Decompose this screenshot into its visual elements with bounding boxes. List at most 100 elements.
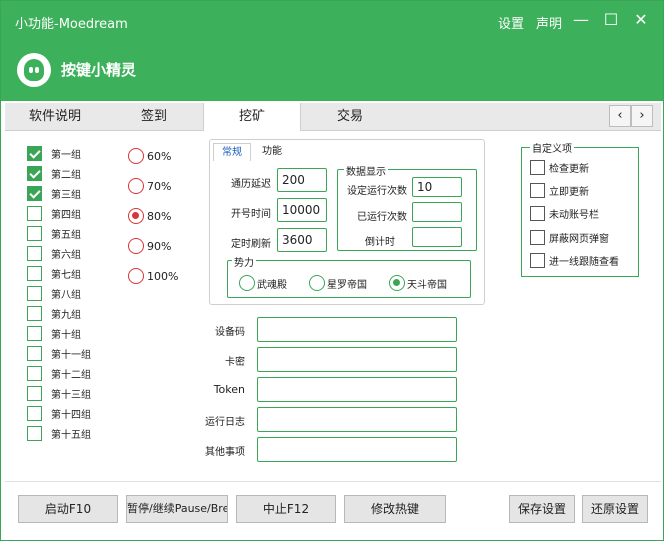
group-label: 第十二组 (51, 369, 91, 381)
option-block-popups[interactable]: 屏蔽网页弹窗 (530, 230, 609, 245)
checkbox-checked-icon[interactable] (27, 185, 42, 201)
main-tab-bar: 软件说明 签到 挖矿 交易 ‹ › (5, 103, 661, 131)
run-times-input[interactable]: 10 (412, 177, 462, 197)
custom-options-group: 自定义项 检查更新 立即更新 未动账号栏 屏蔽网页弹窗 进一线跟随查看 (521, 140, 639, 277)
percentage-option[interactable]: 80% (128, 208, 171, 224)
checkbox-icon[interactable] (27, 305, 42, 321)
pause-resume-button[interactable]: 暂停/继续Pause/Break (126, 495, 228, 523)
power-option-xingluo[interactable]: 星罗帝国 (309, 275, 367, 291)
group-item[interactable]: 第九组 (27, 305, 81, 321)
subtab-general[interactable]: 常规 (213, 143, 251, 161)
checkbox-icon[interactable] (530, 230, 545, 245)
checkbox-icon[interactable] (530, 206, 545, 221)
start-button[interactable]: 启动F10 (18, 495, 118, 523)
group-label: 第十组 (51, 329, 81, 341)
radio-selected-icon[interactable] (389, 275, 405, 291)
checkbox-icon[interactable] (27, 345, 42, 361)
group-item[interactable]: 第十四组 (27, 405, 91, 421)
tab-trading[interactable]: 交易 (301, 103, 399, 131)
option-check-update[interactable]: 检查更新 (530, 160, 589, 175)
delay-label: 通历延迟 (231, 179, 271, 190)
custom-options-legend: 自定义项 (530, 140, 574, 155)
checkbox-icon[interactable] (27, 245, 42, 261)
checkbox-icon[interactable] (530, 253, 545, 268)
token-label: Token (213, 383, 245, 396)
checkbox-icon[interactable] (27, 285, 42, 301)
close-icon[interactable]: ✕ (630, 9, 652, 31)
settings-link[interactable]: 设置 (498, 13, 524, 32)
tab-mining[interactable]: 挖矿 (203, 103, 301, 131)
stop-button[interactable]: 中止F12 (236, 495, 336, 523)
group-item[interactable]: 第四组 (27, 205, 81, 221)
checkbox-icon[interactable] (27, 205, 42, 221)
group-item[interactable]: 第七组 (27, 265, 81, 281)
radio-icon[interactable] (128, 238, 144, 254)
radio-selected-icon[interactable] (128, 208, 144, 224)
refresh-input[interactable]: 3600 (277, 228, 327, 252)
checkbox-icon[interactable] (27, 405, 42, 421)
group-label: 第一组 (51, 149, 81, 161)
run-log-input[interactable] (257, 407, 457, 432)
group-label: 第十一组 (51, 349, 91, 361)
group-item[interactable]: 第十一组 (27, 345, 91, 361)
option-follow-view[interactable]: 进一线跟随查看 (530, 253, 619, 268)
checkbox-checked-icon[interactable] (27, 165, 42, 181)
device-code-input[interactable] (257, 317, 457, 342)
option-idle-account[interactable]: 未动账号栏 (530, 206, 599, 221)
minimize-icon[interactable]: — (570, 9, 592, 31)
power-option-tiandou[interactable]: 天斗帝国 (389, 275, 447, 291)
checkbox-icon[interactable] (27, 385, 42, 401)
group-item[interactable]: 第六组 (27, 245, 81, 261)
maximize-icon[interactable]: ☐ (600, 9, 622, 31)
card-key-input[interactable] (257, 347, 457, 372)
checkbox-icon[interactable] (27, 325, 42, 341)
group-item[interactable]: 第三组 (27, 185, 81, 201)
checkbox-checked-icon[interactable] (27, 145, 42, 161)
group-item[interactable]: 第十五组 (27, 425, 91, 441)
group-item[interactable]: 第一组 (27, 145, 81, 161)
token-input[interactable] (257, 377, 457, 402)
percentage-label: 90% (147, 239, 172, 253)
group-item[interactable]: 第十三组 (27, 385, 91, 401)
countdown-input[interactable] (412, 227, 462, 247)
delay-input[interactable]: 200 (277, 168, 327, 192)
tab-software-guide[interactable]: 软件说明 (5, 103, 105, 131)
group-item[interactable]: 第十组 (27, 325, 81, 341)
tab-scroll-left-icon[interactable]: ‹ (609, 105, 631, 127)
checkbox-icon[interactable] (27, 365, 42, 381)
option-update-now[interactable]: 立即更新 (530, 183, 589, 198)
subtab-function[interactable]: 功能 (253, 143, 291, 161)
restore-settings-button[interactable]: 还原设置 (582, 495, 648, 523)
radio-icon[interactable] (239, 275, 255, 291)
power-option-wuhun[interactable]: 武魂殿 (239, 275, 287, 291)
done-times-input[interactable] (412, 202, 462, 222)
checkbox-icon[interactable] (27, 225, 42, 241)
checkbox-icon[interactable] (27, 265, 42, 281)
other-notes-input[interactable] (257, 437, 457, 462)
tab-scroll-right-icon[interactable]: › (631, 105, 653, 127)
open-time-input[interactable]: 10000 (277, 198, 327, 222)
checkbox-icon[interactable] (530, 183, 545, 198)
percentage-option[interactable]: 100% (128, 268, 178, 284)
percentage-option[interactable]: 70% (128, 178, 171, 194)
percentage-option[interactable]: 60% (128, 148, 171, 164)
save-settings-button[interactable]: 保存设置 (509, 495, 575, 523)
change-hotkey-button[interactable]: 修改热键 (344, 495, 446, 523)
group-item[interactable]: 第十二组 (27, 365, 91, 381)
group-item[interactable]: 第五组 (27, 225, 81, 241)
checkbox-icon[interactable] (530, 160, 545, 175)
group-item[interactable]: 第二组 (27, 165, 81, 181)
radio-icon[interactable] (128, 148, 144, 164)
radio-icon[interactable] (309, 275, 325, 291)
radio-icon[interactable] (128, 268, 144, 284)
checkbox-icon[interactable] (27, 425, 42, 441)
title-bar: 小功能-Moedream 设置 声明 — ☐ ✕ (1, 1, 663, 41)
card-key-label: 卡密 (225, 357, 245, 368)
group-item[interactable]: 第八组 (27, 285, 81, 301)
tab-check-in[interactable]: 签到 (105, 103, 203, 131)
percentage-option[interactable]: 90% (128, 238, 171, 254)
statement-link[interactable]: 声明 (536, 13, 562, 32)
group-label: 第六组 (51, 249, 81, 261)
radio-icon[interactable] (128, 178, 144, 194)
open-time-label: 开号时间 (231, 209, 271, 220)
